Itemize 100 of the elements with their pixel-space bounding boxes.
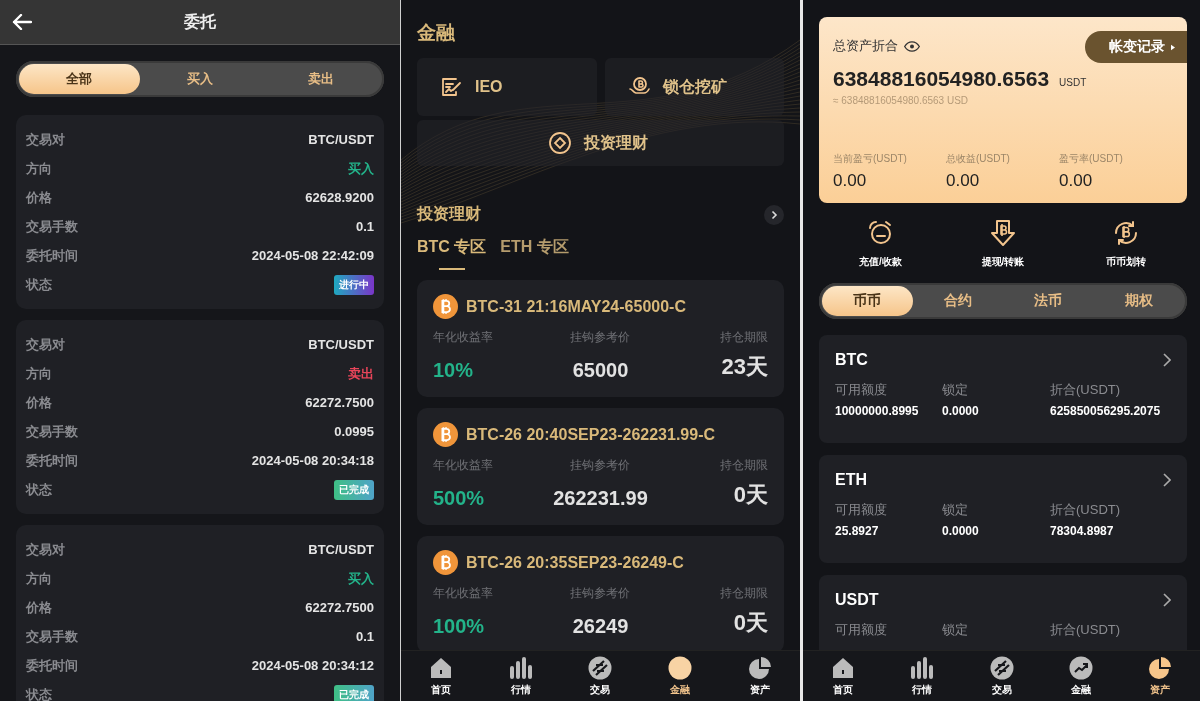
product-card[interactable]: BTC-26 20:35SEP23-26249-C 年化收益率 挂钩参考价 持仓期限 100% 26249 0天 xyxy=(417,536,784,650)
caret-icon xyxy=(1171,43,1175,51)
nav-item[interactable]: 行情 xyxy=(480,651,561,701)
account-tab[interactable]: 合约 xyxy=(912,286,1003,316)
price-label: 挂钩参考价 xyxy=(569,329,632,346)
term-value: 23天 xyxy=(720,353,768,381)
nav-item[interactable]: 首页 xyxy=(803,651,883,701)
coin-icon xyxy=(433,294,458,319)
rate-value: 10% xyxy=(433,359,475,382)
circle-icon xyxy=(668,655,693,680)
term-value: 0天 xyxy=(732,481,768,509)
stat-label: 盈亏率(USDT) xyxy=(1059,152,1124,166)
field-value: 62272.7500 xyxy=(305,395,374,410)
product-card[interactable]: BTC-31 21:16MAY24-65000-C 年化收益率 挂钩参考价 持仓期限 10% 65000 23天 xyxy=(417,280,784,397)
total-label: 总资产折合 xyxy=(833,37,898,55)
field-label: 交易手数 xyxy=(26,422,78,441)
product-card[interactable]: BTC-26 20:40SEP23-262231.99-C 年化收益率 挂钩参考价 持仓期限 500% 262231.99 0天 xyxy=(417,408,784,525)
action-button[interactable]: 币币划转 xyxy=(1075,219,1176,269)
filter-tab[interactable]: 买入 xyxy=(139,64,261,94)
field-label: 委托时间 xyxy=(26,451,78,470)
product-name: BTC-26 20:35SEP23-26249-C xyxy=(466,553,684,572)
field-label: 价格 xyxy=(26,393,52,412)
back-arrow-icon[interactable] xyxy=(12,14,32,30)
nav-item[interactable]: 金融 xyxy=(1041,651,1121,701)
history-button[interactable]: 帐变记录 xyxy=(1085,31,1187,63)
rate-label: 年化收益率 xyxy=(433,457,494,474)
nav-item[interactable]: 资产 xyxy=(720,651,800,701)
zone-tab[interactable]: ETH 专区 xyxy=(500,237,569,270)
price-value: 262231.99 xyxy=(552,487,649,510)
term-label: 持仓期限 xyxy=(719,329,768,346)
field-value: 62272.7500 xyxy=(305,600,374,615)
field-label: 交易手数 xyxy=(26,627,78,646)
stat-label: 总收益(USDT) xyxy=(946,152,1011,166)
balance-label: 折合(USDT) xyxy=(1050,381,1122,399)
price-value: 26249 xyxy=(571,615,630,638)
stat-value: 0.00 xyxy=(1059,171,1094,191)
account-tab[interactable]: 期权 xyxy=(1093,286,1184,316)
coin-name: USDT xyxy=(835,591,879,609)
term-value: 0天 xyxy=(732,609,768,637)
rate-label: 年化收益率 xyxy=(433,329,494,346)
document-pen-icon xyxy=(439,75,463,99)
action-button[interactable]: 提现/转账 xyxy=(953,219,1053,269)
menu-card[interactable]: 投资理财 xyxy=(417,120,784,166)
price-value: 65000 xyxy=(571,359,630,382)
field-value: 买入 xyxy=(348,569,374,588)
balance-value: 25.8927 xyxy=(835,524,880,538)
exchange-icon xyxy=(588,655,613,680)
balance-label: 锁定 xyxy=(942,381,969,399)
chevron-icon xyxy=(769,209,779,220)
nav-item[interactable]: 金融 xyxy=(640,651,721,701)
status-badge: 进行中 xyxy=(334,274,374,295)
field-value: 0.0995 xyxy=(334,424,374,439)
nav-item[interactable]: 行情 xyxy=(882,651,962,701)
coin-card[interactable]: USDT 可用额度 锁定 折合(USDT) xyxy=(819,575,1187,650)
account-tab[interactable]: 币币 xyxy=(822,286,913,316)
field-value: 卖出 xyxy=(348,364,374,383)
page-title: 委托 xyxy=(184,11,216,32)
term-label: 持仓期限 xyxy=(719,585,768,602)
more-button[interactable] xyxy=(764,204,784,225)
chevron-icon xyxy=(1163,593,1171,607)
coin-card[interactable]: BTC 可用额度 10000000.8995 锁定 0.0000 折合(USDT) 625850056295.2075 xyxy=(819,335,1187,443)
field-label: 委托时间 xyxy=(26,246,78,265)
rate-value: 500% xyxy=(433,487,486,510)
home-icon xyxy=(830,655,855,680)
field-label: 委托时间 xyxy=(26,656,78,675)
nav-item[interactable]: 首页 xyxy=(401,651,481,701)
status-badge: 已完成 xyxy=(334,479,374,500)
field-label: 价格 xyxy=(26,598,52,617)
field-label: 状态 xyxy=(26,480,52,499)
balance-label: 锁定 xyxy=(942,621,969,639)
nav-item[interactable]: 交易 xyxy=(961,651,1042,701)
account-tab[interactable]: 法币 xyxy=(1003,286,1094,316)
filter-tab[interactable]: 全部 xyxy=(19,64,140,94)
field-value: 0.1 xyxy=(355,219,374,234)
rate-label: 年化收益率 xyxy=(433,585,494,602)
menu-card[interactable]: IEO xyxy=(417,58,597,116)
balance-label: 锁定 xyxy=(942,501,969,519)
field-label: 交易对 xyxy=(26,335,65,354)
field-value: 2024-05-08 20:34:12 xyxy=(251,658,374,673)
balance-label: 折合(USDT) xyxy=(1050,621,1122,639)
action-button[interactable]: 充值/收款 xyxy=(830,219,931,269)
stat-value: 0.00 xyxy=(833,171,868,191)
rate-value: 100% xyxy=(433,615,486,638)
eye-icon[interactable] xyxy=(904,40,920,52)
nav-item[interactable]: 资产 xyxy=(1120,651,1200,701)
field-value: 62628.9200 xyxy=(305,190,374,205)
term-label: 持仓期限 xyxy=(719,457,768,474)
balance-value: 0.0000 xyxy=(942,524,980,538)
nav-item[interactable]: 交易 xyxy=(560,651,641,701)
zone-tab[interactable]: BTC 专区 xyxy=(417,237,487,270)
filter-tab[interactable]: 卖出 xyxy=(260,64,381,94)
coin-name: ETH xyxy=(835,471,867,489)
arrow-down-coin-icon xyxy=(989,219,1017,247)
balance-value: 625850056295.2075 xyxy=(1050,404,1162,418)
balance-value: 10000000.8995 xyxy=(835,404,920,418)
menu-card[interactable]: 锁仓挖矿 xyxy=(604,58,784,116)
coin-card[interactable]: ETH 可用额度 25.8927 锁定 0.0000 折合(USDT) 78304.8987 xyxy=(819,455,1187,563)
chevron-icon xyxy=(1163,353,1171,367)
field-value: 0.1 xyxy=(355,629,374,644)
balance-label: 可用额度 xyxy=(835,621,888,639)
